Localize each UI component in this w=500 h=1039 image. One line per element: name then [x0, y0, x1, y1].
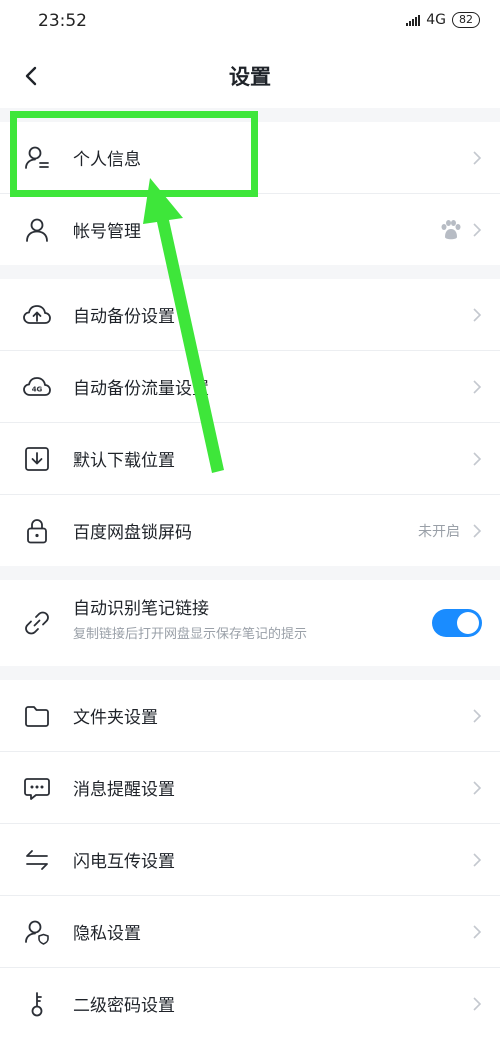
download-box-icon [25, 446, 49, 471]
chevron-right-icon [473, 379, 482, 394]
user-icon [26, 218, 48, 242]
notes-group: 自动识别笔记链接 复制链接后打开网盘显示保存笔记的提示 [0, 580, 500, 666]
row-label: 自动备份设置 [73, 307, 175, 327]
network-type: 4G [426, 12, 446, 28]
chevron-right-icon [473, 150, 482, 165]
chevron-right-icon [473, 708, 482, 723]
baidu-paw-icon [441, 219, 461, 239]
row-label: 自动备份流量设置 [73, 379, 209, 399]
row-label: 帐号管理 [73, 222, 141, 242]
highlight-box [10, 111, 258, 197]
chevron-right-icon [473, 222, 482, 237]
transfer-arrows-icon [26, 849, 48, 870]
settings-row-auto-backup[interactable]: 自动备份设置 [0, 279, 500, 351]
settings-row-lock-code[interactable]: 百度网盘锁屏码 未开启 [0, 495, 500, 566]
page-title: 设置 [229, 65, 271, 89]
chevron-right-icon [473, 924, 482, 939]
chevron-right-icon [473, 996, 482, 1011]
status-time: 23:52 [38, 11, 87, 31]
chevron-right-icon [473, 307, 482, 322]
settings-row-secondary-password[interactable]: 二级密码设置 [0, 968, 500, 1039]
row-description: 复制链接后打开网盘显示保存笔记的提示 [73, 627, 308, 642]
chevron-right-icon [473, 852, 482, 867]
note-link-toggle[interactable] [432, 609, 482, 637]
row-label: 二级密码设置 [73, 996, 175, 1016]
signal-icon [406, 14, 421, 26]
status-indicators: 4G 82 [406, 12, 480, 28]
backup-group: 自动备份设置 4G 自动备份流量设置 默认下载位置 百度网盘锁屏码 未开启 [0, 279, 500, 566]
settings-row-privacy[interactable]: 隐私设置 [0, 896, 500, 968]
settings-row-download-location[interactable]: 默认下载位置 [0, 423, 500, 495]
row-label: 百度网盘锁屏码 [73, 523, 192, 543]
status-bar: 23:52 4G 82 [0, 0, 500, 44]
link-icon [25, 611, 49, 635]
settings-row-flash-transfer[interactable]: 闪电互传设置 [0, 824, 500, 896]
cloud-4g-icon: 4G [23, 376, 51, 396]
chevron-right-icon [473, 523, 482, 538]
settings-row-note-link-detection: 自动识别笔记链接 复制链接后打开网盘显示保存笔记的提示 [0, 580, 500, 666]
row-label: 文件夹设置 [73, 708, 158, 728]
more-settings-group: 文件夹设置 消息提醒设置 闪电互传设置 隐私设置 二级密码设置 [0, 680, 500, 1039]
row-label: 闪电互传设置 [73, 852, 175, 872]
privacy-user-icon [25, 920, 49, 945]
settings-row-backup-data-usage[interactable]: 4G 自动备份流量设置 [0, 351, 500, 423]
settings-row-message-reminder[interactable]: 消息提醒设置 [0, 752, 500, 824]
battery-indicator: 82 [452, 12, 480, 28]
cloud-upload-icon [23, 304, 51, 324]
chevron-right-icon [473, 451, 482, 466]
row-label: 消息提醒设置 [73, 780, 175, 800]
svg-text:4G: 4G [32, 385, 43, 393]
row-label: 自动识别笔记链接 [73, 599, 209, 619]
lock-code-status: 未开启 [418, 523, 460, 540]
key-icon [31, 991, 43, 1016]
settings-row-account-management[interactable]: 帐号管理 [0, 194, 500, 265]
row-label: 隐私设置 [73, 924, 141, 944]
settings-row-folder[interactable]: 文件夹设置 [0, 680, 500, 752]
folder-icon [25, 705, 49, 727]
chevron-right-icon [473, 780, 482, 795]
row-label: 默认下载位置 [73, 451, 175, 471]
nav-bar: 设置 [0, 44, 500, 108]
message-bubble-icon [24, 777, 50, 800]
lock-icon [27, 518, 47, 543]
